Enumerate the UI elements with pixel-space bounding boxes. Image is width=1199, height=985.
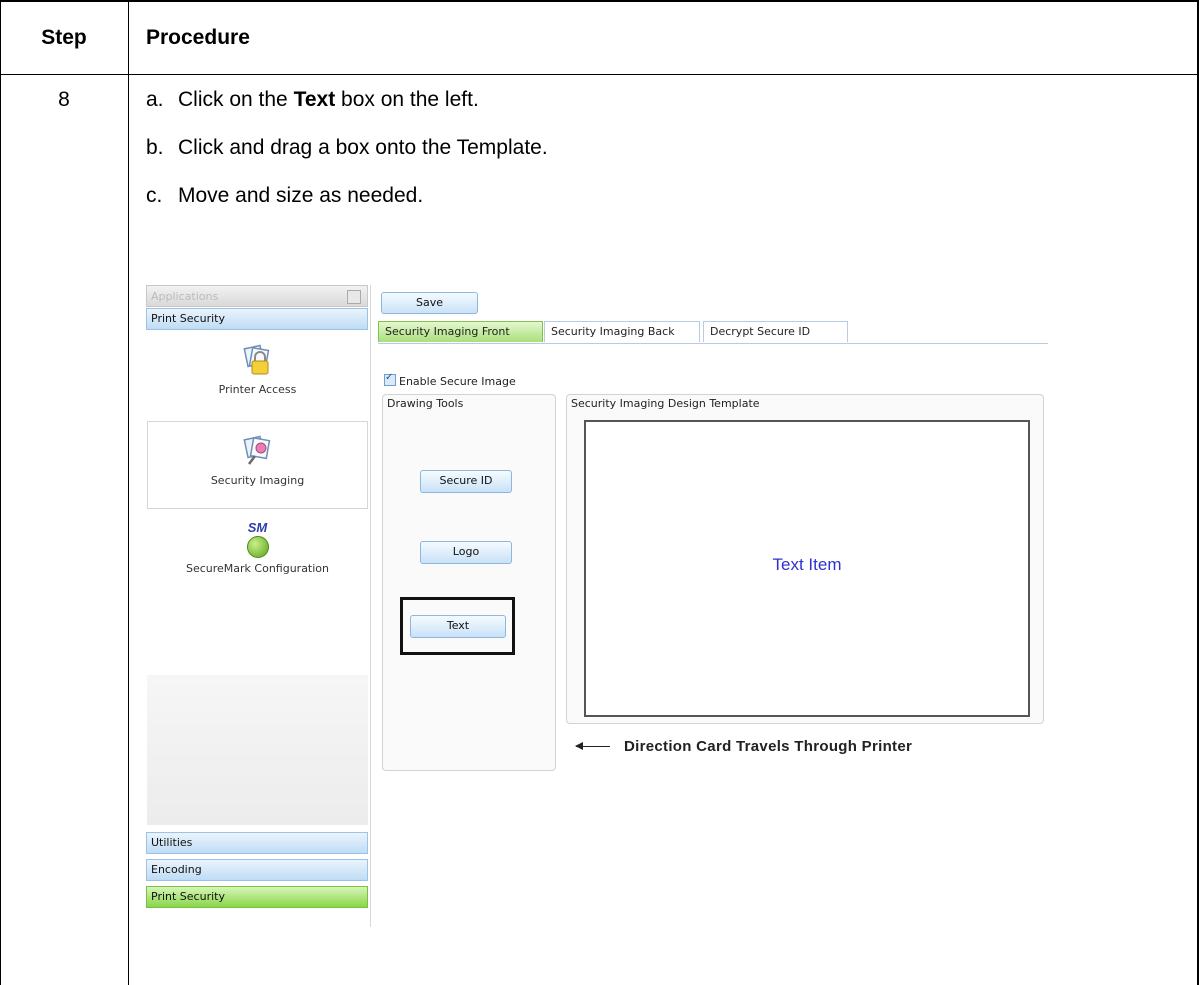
sidebar-item-securemark-configuration[interactable]: SM SecureMark Configuration xyxy=(147,513,368,603)
sidebar-category-print-security[interactable]: Print Security xyxy=(146,308,368,330)
instruction-c: c. Move and size as needed. xyxy=(146,184,423,208)
instruction-text: box on the left. xyxy=(335,88,479,111)
sidebar-item-label: Printer Access xyxy=(218,383,297,396)
instruction-a: a. Click on the Text box on the left. xyxy=(146,88,479,112)
printer-access-lock-icon xyxy=(242,344,269,375)
sidebar-category-utilities[interactable]: Utilities xyxy=(146,832,368,854)
header-procedure: Procedure xyxy=(146,25,250,49)
security-imaging-icon xyxy=(242,435,270,465)
instruction-b: b. Click and drag a box onto the Template… xyxy=(146,136,548,160)
app-screenshot: Applications Print Security Printer Acce… xyxy=(146,285,1048,927)
drawing-tools-title: Drawing Tools xyxy=(387,397,464,410)
text-item[interactable]: Text Item xyxy=(586,555,1028,575)
enable-secure-image-checkbox[interactable]: Enable Secure Image xyxy=(384,372,516,388)
sidebar-category-encoding[interactable]: Encoding xyxy=(146,859,368,881)
sidebar-item-label: Security Imaging xyxy=(210,474,305,487)
save-button[interactable]: Save xyxy=(381,292,478,314)
direction-text: Direction Card Travels Through Printer xyxy=(624,738,913,755)
table-column-divider xyxy=(128,0,129,985)
sidebar-header-label: Applications xyxy=(151,290,219,303)
sidebar-header: Applications xyxy=(146,285,368,307)
securemark-icon: SM xyxy=(238,521,278,558)
pin-icon[interactable] xyxy=(347,290,361,304)
checkbox-checked-icon[interactable] xyxy=(384,372,396,386)
tab-security-imaging-front[interactable]: Security Imaging Front xyxy=(378,321,543,342)
sidebar-item-label: SecureMark Configuration xyxy=(185,562,330,575)
instruction-text: Click on the xyxy=(178,88,294,111)
applications-sidebar: Applications Print Security Printer Acce… xyxy=(146,285,371,927)
sidebar-item-security-imaging[interactable]: Security Imaging xyxy=(147,421,368,509)
instruction-label: a. xyxy=(146,88,164,111)
logo-button[interactable]: Logo xyxy=(420,541,512,564)
direction-label: Direction Card Travels Through Printer xyxy=(575,738,913,755)
sidebar-category-print-security-active[interactable]: Print Security xyxy=(146,886,368,908)
sidebar-item-printer-access[interactable]: Printer Access xyxy=(147,333,368,417)
step-number: 8 xyxy=(58,88,70,111)
table-left-border xyxy=(0,0,1,985)
instruction-label: c. xyxy=(146,184,163,207)
instruction-label: b. xyxy=(146,136,164,159)
left-arrow-icon xyxy=(575,742,610,750)
tab-security-imaging-back[interactable]: Security Imaging Back xyxy=(544,321,700,342)
instruction-bold: Text xyxy=(293,88,336,111)
header-step: Step xyxy=(41,25,87,49)
tab-bar: Security Imaging Front Security Imaging … xyxy=(378,321,1048,344)
securemark-icon-text: SM xyxy=(247,520,268,535)
checkbox-label: Enable Secure Image xyxy=(399,375,516,388)
sidebar-empty-area xyxy=(147,675,368,825)
secure-id-button[interactable]: Secure ID xyxy=(420,470,512,493)
drawing-tools-panel: Drawing Tools xyxy=(382,394,556,771)
instruction-text: Click and drag a box onto the Template. xyxy=(178,136,548,159)
tab-decrypt-secure-id[interactable]: Decrypt Secure ID xyxy=(703,321,848,342)
instruction-text: Move and size as needed. xyxy=(178,184,424,207)
text-button-highlight xyxy=(400,597,515,655)
design-template-title: Security Imaging Design Template xyxy=(571,397,760,410)
design-template-canvas[interactable]: Text Item xyxy=(584,420,1030,717)
